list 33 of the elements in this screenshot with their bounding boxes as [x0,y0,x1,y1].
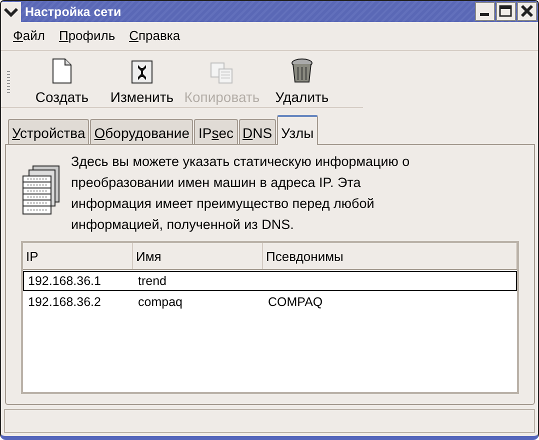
maximize-button[interactable] [496,2,516,21]
table-row[interactable]: 192.168.36.1 trend [23,271,517,291]
info-text: Здесь вы можете указать статическую информацию о преобразовании имен машин в адреса IP. Эта информация имеет преимущество перед любой информацией, полученной из DNS. [71,153,411,234]
menu-item[interactable]: Файл [13,28,45,44]
toolbar-button[interactable]: Удалить [262,55,342,107]
window-title: Настройка сети [24,4,122,18]
tab[interactable]: DNS [238,119,276,144]
address-list-icon [21,164,61,216]
toolbar-grip[interactable] [7,71,10,93]
tab[interactable]: Оборудование [90,119,194,144]
menu-item[interactable]: Справка [129,28,180,44]
toolbar-button[interactable]: Создать [22,55,102,107]
document-wrench-icon [131,60,153,84]
document-icon [51,58,73,84]
table-cell-text: COMPAQ [267,295,324,309]
table-row[interactable]: 192.168.36.2 compaq COMPAQ [23,292,517,312]
window-menu-icon[interactable] [1,2,21,22]
column-header[interactable]: Псевдонимы [263,243,517,269]
tab[interactable]: Узлы [277,115,318,145]
tab[interactable]: IPsec [194,119,238,144]
toolbar-button[interactable]: Изменить [102,55,182,107]
table-cell-text: compaq [137,295,184,309]
copy-icon [210,62,234,84]
table-cell-text: 192.168.36.1 [27,274,102,288]
column-header[interactable]: Имя [133,243,263,269]
trash-can-icon [291,58,313,84]
table-cell-text: trend [137,274,168,288]
table-cell-text: 192.168.36.2 [27,295,102,309]
menu-item[interactable]: Профиль [58,28,116,44]
tab[interactable]: Устройства [8,119,90,144]
column-header[interactable]: IP [23,243,133,269]
close-button[interactable] [517,2,537,21]
minimize-button[interactable] [475,2,495,21]
